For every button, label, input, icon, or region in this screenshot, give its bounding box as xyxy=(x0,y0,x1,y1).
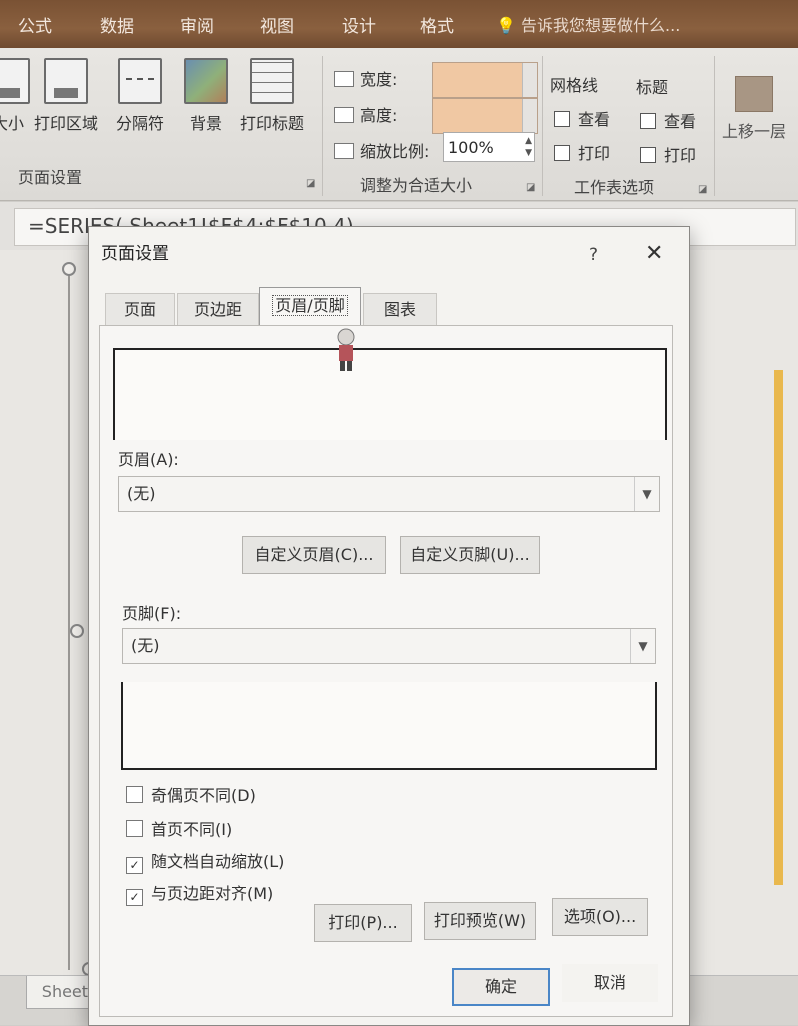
checkbox-icon xyxy=(126,820,143,837)
tell-me-text: 告诉我您想要做什么... xyxy=(521,16,681,35)
footer-select-value: (无) xyxy=(131,636,160,655)
breaks-button[interactable]: 分隔符 xyxy=(116,58,164,134)
sheet-options-group-label: 工作表选项 xyxy=(574,178,655,197)
tab-format[interactable]: 格式 xyxy=(420,12,454,37)
header-label: 页眉(A): xyxy=(118,450,179,469)
print-titles-icon xyxy=(250,58,294,104)
page-setup-group-label: 页面设置 xyxy=(18,168,83,187)
mascot-cursor-icon xyxy=(337,328,355,371)
height-label: 高度: xyxy=(334,102,397,126)
scale-input[interactable]: 100% ▲ ▼ xyxy=(443,132,535,162)
ribbon-body: 大小 打印区域 分隔符 背景 打印标题 页面设置 ◪ 宽度: 高度: 缩放比例:… xyxy=(0,48,798,201)
background-label: 背景 xyxy=(189,114,222,133)
chevron-down-icon: ▼ xyxy=(634,477,659,511)
align-with-margins-checkbox[interactable]: ✓ 与页边距对齐(M) xyxy=(126,880,273,906)
bring-forward-button[interactable]: 上移一层 xyxy=(722,68,786,142)
footer-select[interactable]: (无) ▼ xyxy=(122,628,656,664)
page-setup-dialog: 页面设置 ? ✕ 页面 页边距 页眉/页脚 图表 页眉(A): (无) ▼ 自定… xyxy=(88,226,690,1026)
bring-forward-label: 上移一层 xyxy=(722,122,787,141)
page-setup-launcher-icon[interactable]: ◪ xyxy=(306,178,315,189)
scale-with-document-checkbox[interactable]: ✓ 随文档自动缩放(L) xyxy=(126,848,284,874)
checkbox-icon xyxy=(126,786,143,803)
options-button[interactable]: 选项(O)... xyxy=(552,898,648,936)
scale-launcher-icon[interactable]: ◪ xyxy=(526,182,535,193)
print-area-button[interactable]: 打印区域 xyxy=(34,58,98,134)
headings-heading: 标题 xyxy=(636,78,669,97)
custom-header-button[interactable]: 自定义页眉(C)... xyxy=(242,536,386,574)
width-dropdown[interactable] xyxy=(432,62,538,98)
gridlines-heading: 网格线 xyxy=(550,76,599,95)
divider xyxy=(714,56,715,196)
height-dropdown[interactable] xyxy=(432,98,538,134)
checkmark-icon: ✓ xyxy=(126,889,143,906)
breaks-label: 分隔符 xyxy=(116,114,165,133)
breaks-icon xyxy=(118,58,162,104)
gridlines-print-checkbox[interactable]: 打印 xyxy=(554,140,610,164)
tab-design[interactable]: 设计 xyxy=(342,12,376,37)
help-icon[interactable]: ? xyxy=(589,245,598,265)
tell-me-search[interactable]: 💡 告诉我您想要做什么... xyxy=(496,12,680,36)
sheet-options-launcher-icon[interactable]: ◪ xyxy=(698,184,707,195)
print-button[interactable]: 打印(P)... xyxy=(314,904,412,942)
custom-footer-button[interactable]: 自定义页脚(U)... xyxy=(400,536,540,574)
close-icon[interactable]: ✕ xyxy=(645,241,663,266)
background-icon xyxy=(184,58,228,104)
scale-group-label: 调整为合适大小 xyxy=(360,176,473,195)
print-titles-label: 打印标题 xyxy=(240,114,305,133)
print-titles-button[interactable]: 打印标题 xyxy=(240,58,304,134)
tab-formulas[interactable]: 公式 xyxy=(18,12,52,37)
width-label: 宽度: xyxy=(334,66,397,90)
ribbon-tab-bar: 公式 数据 审阅 视图 设计 格式 💡 告诉我您想要做什么... xyxy=(0,0,798,48)
divider xyxy=(542,56,543,196)
tab-data[interactable]: 数据 xyxy=(100,12,134,37)
scale-icon xyxy=(334,143,354,159)
height-icon xyxy=(334,107,354,123)
tab-header-footer[interactable]: 页眉/页脚 xyxy=(259,287,361,326)
scale-label: 缩放比例: xyxy=(334,138,429,162)
ok-button[interactable]: 确定 xyxy=(452,968,550,1006)
gridlines-view-checkbox[interactable]: 查看 xyxy=(554,106,610,130)
size-icon xyxy=(0,58,30,104)
print-preview-button[interactable]: 打印预览(W) xyxy=(424,902,536,940)
different-odd-even-checkbox[interactable]: 奇偶页不同(D) xyxy=(126,782,256,806)
size-label: 大小 xyxy=(0,114,24,133)
header-footer-panel: 页眉(A): (无) ▼ 自定义页眉(C)... 自定义页脚(U)... 页脚(… xyxy=(99,325,673,1017)
headings-print-checkbox[interactable]: 打印 xyxy=(640,142,696,166)
footer-label: 页脚(F): xyxy=(122,604,182,623)
background-button[interactable]: 背景 xyxy=(184,58,228,134)
tab-chart[interactable]: 图表 xyxy=(363,293,437,326)
lightbulb-icon: 💡 xyxy=(496,16,516,35)
header-preview xyxy=(113,348,667,440)
tab-page[interactable]: 页面 xyxy=(105,293,175,326)
bring-forward-icon xyxy=(735,76,773,112)
different-first-page-checkbox[interactable]: 首页不同(I) xyxy=(126,816,232,840)
cancel-button[interactable]: 取消 xyxy=(562,964,658,1002)
headings-view-checkbox[interactable]: 查看 xyxy=(640,108,696,132)
divider xyxy=(322,56,323,196)
resize-handle[interactable] xyxy=(70,624,84,638)
scale-spinner-icon[interactable]: ▲ ▼ xyxy=(525,135,532,159)
tab-view[interactable]: 视图 xyxy=(260,12,294,37)
print-area-label: 打印区域 xyxy=(34,114,99,133)
tab-margins[interactable]: 页边距 xyxy=(177,293,259,326)
chart-series-bar xyxy=(774,370,783,885)
header-select-value: (无) xyxy=(127,484,156,503)
width-icon xyxy=(334,71,354,87)
header-select[interactable]: (无) ▼ xyxy=(118,476,660,512)
checkmark-icon: ✓ xyxy=(126,857,143,874)
footer-preview xyxy=(121,682,657,770)
dialog-title: 页面设置 xyxy=(101,244,169,264)
chevron-down-icon: ▼ xyxy=(630,629,655,663)
print-area-icon xyxy=(44,58,88,104)
scale-value: 100% xyxy=(448,138,494,157)
size-button[interactable]: 大小 xyxy=(0,58,30,134)
tab-review[interactable]: 审阅 xyxy=(180,12,214,37)
resize-handle[interactable] xyxy=(62,262,76,276)
